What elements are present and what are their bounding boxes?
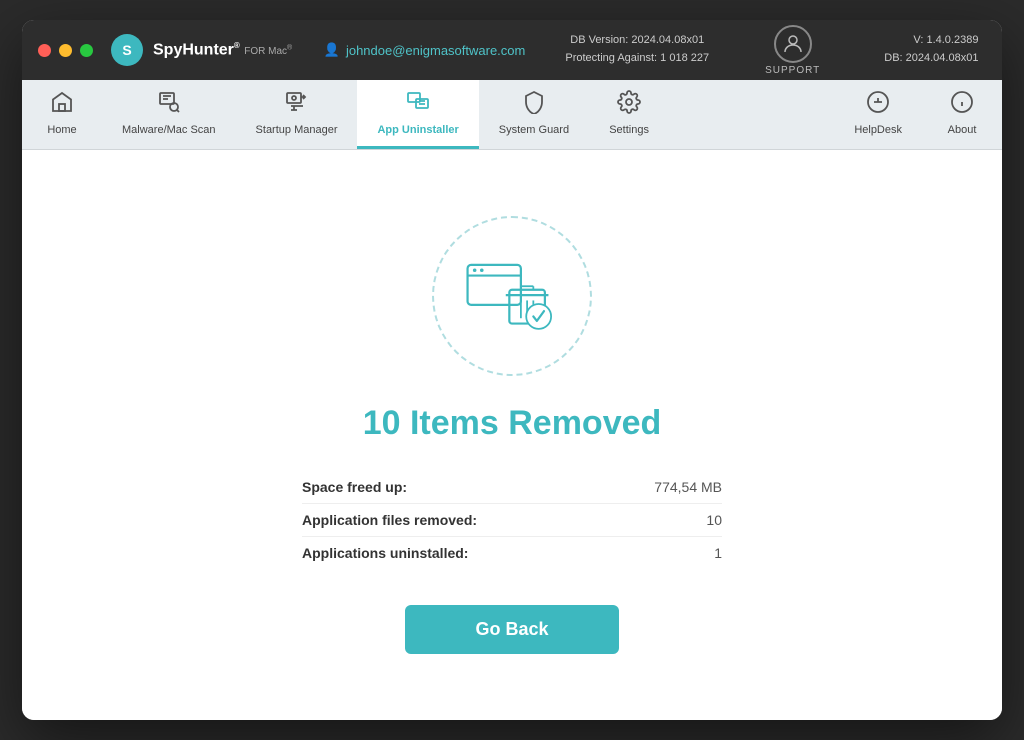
nav-malware-scan-label: Malware/Mac Scan	[122, 124, 216, 136]
svg-text:S: S	[122, 42, 131, 58]
nav-home[interactable]: Home	[22, 80, 102, 149]
titlebar-center: 👤 johndoe@enigmasoftware.com DB Version:…	[316, 25, 986, 76]
nav-about-label: About	[948, 124, 977, 136]
malware-scan-icon	[157, 90, 181, 120]
logo-area: S SpyHunter® FOR Mac®	[109, 32, 292, 68]
user-info: 👤 johndoe@enigmasoftware.com	[324, 42, 526, 58]
uninstall-complete-icon	[462, 256, 562, 336]
db-date: DB: 2024.04.08x01	[884, 50, 978, 68]
spyhunter-logo-icon: S	[109, 32, 145, 68]
result-title: 10 Items Removed	[363, 404, 662, 443]
version-info: V: 1.4.0.2389 DB: 2024.04.08x01	[884, 32, 978, 67]
user-email: johndoe@enigmasoftware.com	[346, 43, 525, 58]
app-version: V: 1.4.0.2389	[884, 32, 978, 50]
stat-value-files: 10	[706, 512, 722, 528]
db-info: DB Version: 2024.04.08x01 Protecting Aga…	[565, 32, 709, 67]
stat-row-apps: Applications uninstalled: 1	[302, 537, 722, 569]
stat-label-files: Application files removed:	[302, 512, 477, 528]
nav-startup-manager-label: Startup Manager	[256, 124, 338, 136]
stats-table: Space freed up: 774,54 MB Application fi…	[302, 471, 722, 569]
nav-malware-scan[interactable]: Malware/Mac Scan	[102, 80, 236, 149]
nav-helpdesk[interactable]: HelpDesk	[834, 80, 922, 149]
user-icon: 👤	[324, 42, 340, 58]
db-version-label: DB Version:	[570, 34, 628, 46]
nav-home-label: Home	[47, 124, 76, 136]
nav-startup-manager[interactable]: Startup Manager	[236, 80, 358, 149]
system-guard-icon	[522, 90, 546, 120]
home-icon	[50, 90, 74, 120]
nav-settings-label: Settings	[609, 124, 649, 136]
go-back-button[interactable]: Go Back	[405, 605, 618, 654]
support-area[interactable]: SUPPORT	[765, 25, 820, 76]
nav-system-guard-label: System Guard	[499, 124, 569, 136]
protecting-count: 1 018 227	[660, 52, 709, 64]
db-version: 2024.04.08x01	[631, 34, 704, 46]
nav-spacer	[669, 80, 834, 149]
nav-app-uninstaller[interactable]: App Uninstaller	[357, 80, 478, 149]
stat-row-space: Space freed up: 774,54 MB	[302, 471, 722, 504]
helpdesk-icon	[866, 90, 890, 120]
minimize-button[interactable]	[59, 44, 72, 57]
nav-helpdesk-label: HelpDesk	[854, 124, 902, 136]
nav-about[interactable]: About	[922, 80, 1002, 149]
nav-system-guard[interactable]: System Guard	[479, 80, 589, 149]
about-icon	[950, 90, 974, 120]
traffic-lights	[38, 44, 93, 57]
support-icon	[774, 25, 812, 63]
support-label: SUPPORT	[765, 65, 820, 76]
stat-label-space: Space freed up:	[302, 479, 407, 495]
stat-label-apps: Applications uninstalled:	[302, 545, 468, 561]
app-window: S SpyHunter® FOR Mac® 👤 johndoe@enigmaso…	[22, 20, 1002, 720]
result-icon-circle	[432, 216, 592, 376]
settings-icon	[617, 90, 641, 120]
stat-value-apps: 1	[714, 545, 722, 561]
startup-manager-icon	[285, 90, 309, 120]
nav-app-uninstaller-label: App Uninstaller	[377, 124, 458, 136]
nav-right: HelpDesk About	[834, 80, 1002, 149]
stat-row-files: Application files removed: 10	[302, 504, 722, 537]
stat-value-space: 774,54 MB	[654, 479, 722, 495]
app-uninstaller-icon	[406, 90, 430, 120]
protecting-label: Protecting Against:	[565, 52, 657, 64]
titlebar: S SpyHunter® FOR Mac® 👤 johndoe@enigmaso…	[22, 20, 1002, 80]
navbar: Home Malware/Mac Scan	[22, 80, 1002, 150]
nav-settings[interactable]: Settings	[589, 80, 669, 149]
logo-text: SpyHunter® FOR Mac®	[153, 42, 292, 58]
main-content: 10 Items Removed Space freed up: 774,54 …	[22, 150, 1002, 720]
fullscreen-button[interactable]	[80, 44, 93, 57]
close-button[interactable]	[38, 44, 51, 57]
